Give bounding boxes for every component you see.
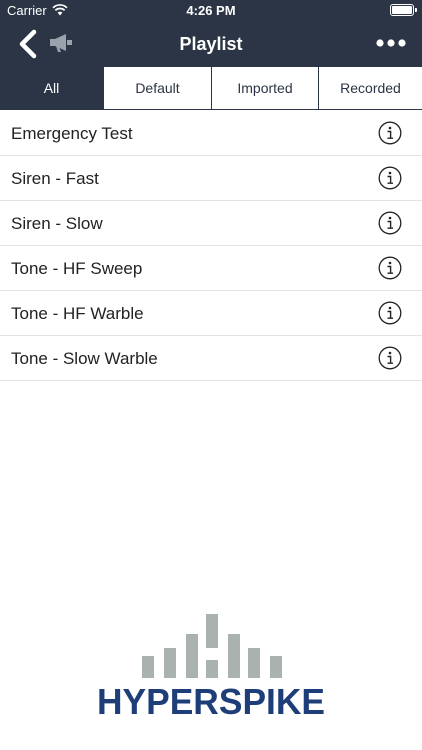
ellipsis-icon[interactable] xyxy=(376,34,406,52)
playlist-item-label: Tone - Slow Warble xyxy=(11,349,158,368)
tab-all[interactable]: All xyxy=(0,66,103,110)
tab-recorded[interactable]: Recorded xyxy=(318,66,422,110)
playlist-item[interactable]: Siren - Fast xyxy=(0,156,422,201)
info-icon[interactable] xyxy=(378,211,402,235)
playlist-item-label: Siren - Slow xyxy=(11,214,103,233)
playlist-item-label: Emergency Test xyxy=(11,124,133,143)
playlist-item[interactable]: Tone - HF Sweep xyxy=(0,246,422,291)
playlist-item[interactable]: Siren - Slow xyxy=(0,201,422,246)
playlist-item-label: Siren - Fast xyxy=(11,169,99,188)
playlist-item[interactable]: Tone - HF Warble xyxy=(0,291,422,336)
info-icon[interactable] xyxy=(378,121,402,145)
logo-bars xyxy=(142,614,282,678)
playlist-item-label: Tone - HF Sweep xyxy=(11,259,143,278)
filter-tabs: All Default Imported Recorded xyxy=(0,66,422,110)
info-icon[interactable] xyxy=(378,166,402,190)
playlist-item-label: Tone - HF Warble xyxy=(11,304,144,323)
tab-imported[interactable]: Imported xyxy=(211,66,318,110)
navigation-bar: Playlist xyxy=(0,22,422,66)
tab-default[interactable]: Default xyxy=(103,66,211,110)
info-icon[interactable] xyxy=(378,346,402,370)
logo-wordmark: HYPERSPIKE xyxy=(97,681,325,720)
status-time: 4:26 PM xyxy=(186,3,236,18)
playlist-item[interactable]: Tone - Slow Warble xyxy=(0,336,422,381)
status-bar: Carrier 4:26 PM xyxy=(0,0,422,22)
hyperspike-logo: HYPERSPIKE xyxy=(97,614,325,720)
page-title: Playlist xyxy=(179,34,243,54)
info-icon[interactable] xyxy=(378,301,402,325)
playlist: Emergency Test Siren - Fast Siren - Slow… xyxy=(0,111,422,381)
info-icon[interactable] xyxy=(378,256,402,280)
battery-icon xyxy=(390,4,417,16)
playlist-item[interactable]: Emergency Test xyxy=(0,111,422,156)
